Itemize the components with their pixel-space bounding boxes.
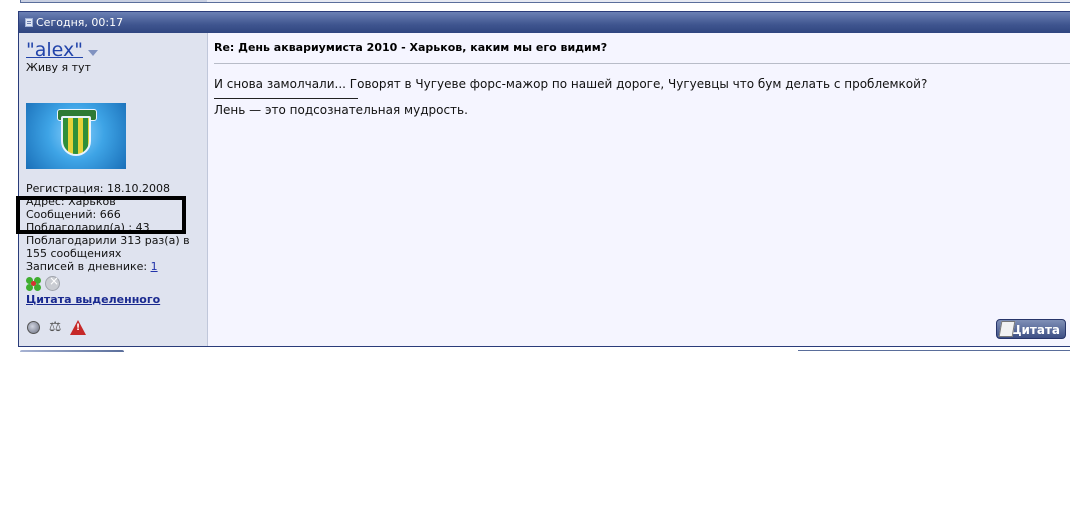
user-menu-arrow-icon[interactable]	[88, 50, 98, 56]
signature-divider	[214, 98, 358, 99]
reputation-icon[interactable]: ⚖	[46, 320, 64, 335]
report-icon[interactable]	[70, 320, 86, 335]
user-thanks-received: Поблагодарили 313 раз(а) в 155 сообщения…	[26, 234, 190, 260]
post-icon	[25, 18, 33, 27]
user-address: Адрес: Харьков	[26, 195, 116, 208]
flower-icon[interactable]	[26, 276, 42, 291]
post-header: Сегодня, 00:17	[19, 12, 1070, 33]
quote-pen-icon	[998, 321, 1016, 337]
post-content: Re: День аквариумиста 2010 - Харьков, ка…	[214, 33, 1070, 346]
ignore-icon[interactable]	[45, 275, 60, 291]
user-post-count: Сообщений: 666	[26, 208, 121, 221]
quote-button[interactable]: Цитата	[996, 319, 1066, 339]
next-post-top-edge	[798, 350, 1070, 351]
user-diary: Записей в дневнике: 1	[26, 260, 207, 273]
user-thanked-count: Поблагодарил(а) : 43	[26, 221, 150, 234]
avatar-shield-icon	[61, 116, 91, 156]
forum-post: Сегодня, 00:17 "alex" Живу я тут Регистр…	[16, 11, 1070, 347]
title-divider	[214, 63, 1070, 64]
username-link[interactable]: "alex"	[26, 39, 83, 61]
next-post-tab-edge	[20, 350, 124, 352]
diary-count-link[interactable]: 1	[151, 260, 158, 273]
user-title: Живу я тут	[26, 61, 91, 74]
username-row: "alex"	[26, 39, 207, 61]
quote-button-label: Цитата	[1010, 323, 1060, 337]
diary-label: Записей в дневнике:	[26, 260, 151, 273]
user-icons-row	[26, 275, 207, 291]
user-info-panel: "alex" Живу я тут Регистрация: 18.10.200…	[16, 33, 208, 346]
online-status-icon	[27, 321, 40, 334]
user-stats: Регистрация: 18.10.2008 Адрес: Харьков С…	[26, 182, 207, 306]
quote-selected-link[interactable]: Цитата выделенного	[26, 293, 207, 306]
avatar	[26, 103, 126, 169]
previous-post-tab-stub	[21, 0, 207, 2]
previous-post-bottom-edge	[20, 0, 1070, 3]
post-signature: Лень — это подсознательная мудрость.	[214, 103, 468, 117]
post-title: Re: День аквариумиста 2010 - Харьков, ка…	[214, 41, 608, 54]
post-action-icons: ⚖	[27, 320, 86, 335]
post-message: И снова замолчали... Говорят в Чугуеве ф…	[214, 77, 928, 91]
post-date: Сегодня, 00:17	[36, 16, 124, 29]
user-registration: Регистрация: 18.10.2008	[26, 182, 170, 195]
